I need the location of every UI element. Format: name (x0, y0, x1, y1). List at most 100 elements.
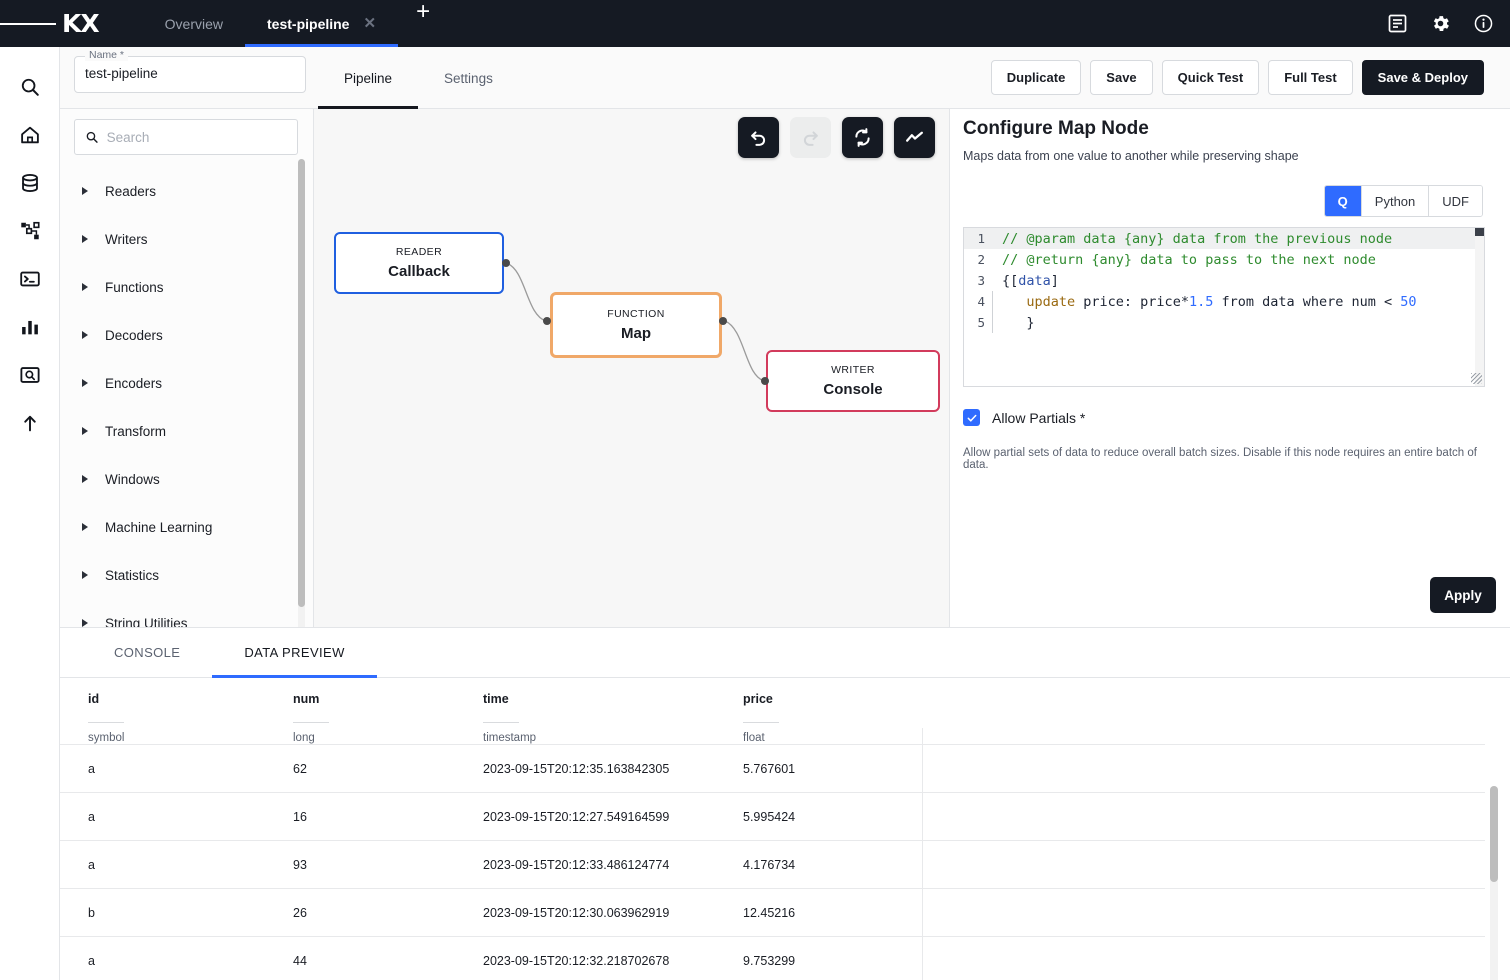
chart-icon[interactable] (0, 303, 60, 351)
table-row[interactable]: a 62 2023-09-15T20:12:35.163842305 5.767… (60, 744, 1485, 793)
editor-scrollbar[interactable] (1475, 228, 1484, 386)
category-writers[interactable]: Writers (60, 215, 314, 263)
palette-scrollbar[interactable] (298, 159, 305, 631)
pipeline-icon[interactable] (0, 207, 60, 255)
info-icon[interactable] (1473, 13, 1494, 34)
pipeline-canvas[interactable]: READER Callback FUNCTION Map WRITER Cons… (314, 109, 950, 627)
left-rail (0, 47, 60, 980)
cell-id: a (60, 840, 265, 889)
category-label: Functions (105, 279, 164, 295)
lang-q-button[interactable]: Q (1324, 186, 1361, 216)
table-scrollbar[interactable] (1490, 786, 1498, 980)
scrollbar-thumb[interactable] (298, 159, 305, 607)
new-tab-button[interactable]: + (404, 0, 442, 47)
column-header-num[interactable]: num long (265, 678, 455, 745)
code-editor[interactable]: 1 // @param data {any} data from the pre… (963, 227, 1485, 387)
scrollbar-thumb[interactable] (1475, 228, 1484, 236)
palette-search[interactable] (74, 119, 298, 155)
upload-icon[interactable] (0, 399, 60, 447)
port-writer-in[interactable] (761, 377, 769, 385)
category-statistics[interactable]: Statistics (60, 551, 314, 599)
save-button[interactable]: Save (1090, 60, 1153, 95)
category-label: String Utilities (105, 615, 188, 628)
apply-button[interactable]: Apply (1430, 577, 1496, 613)
lang-udf-button[interactable]: UDF (1428, 186, 1482, 216)
tab-console[interactable]: CONSOLE (82, 628, 212, 677)
duplicate-button[interactable]: Duplicate (990, 60, 1082, 95)
tab-data-preview[interactable]: DATA PREVIEW (212, 628, 378, 678)
column-divider (922, 728, 923, 980)
close-icon[interactable]: ✕ (363, 16, 376, 31)
scrollbar-thumb[interactable] (1490, 786, 1498, 882)
data-preview-table: id symbol num long time timestamp price … (60, 678, 1485, 980)
column-header-time[interactable]: time timestamp (455, 678, 715, 745)
category-functions[interactable]: Functions (60, 263, 314, 311)
tab-settings[interactable]: Settings (418, 47, 519, 109)
chevron-right-icon (82, 523, 88, 531)
chevron-right-icon (82, 379, 88, 387)
terminal-icon[interactable] (0, 255, 60, 303)
lang-python-button[interactable]: Python (1360, 186, 1429, 216)
port-map-in[interactable] (543, 317, 551, 325)
quick-test-button[interactable]: Quick Test (1161, 60, 1260, 95)
port-map-out[interactable] (719, 317, 727, 325)
node-kind: READER (395, 246, 443, 258)
column-name: time (483, 692, 509, 706)
pipeline-name-field[interactable]: Name * (74, 49, 306, 93)
table-row[interactable]: a 93 2023-09-15T20:12:33.486124774 4.176… (60, 840, 1485, 889)
category-string-utilities[interactable]: String Utilities (60, 599, 314, 627)
pipeline-name-label: Name * (85, 49, 129, 61)
column-header-id[interactable]: id symbol (60, 678, 265, 745)
category-label: Decoders (105, 327, 163, 343)
tab-test-pipeline[interactable]: test-pipeline ✕ (245, 0, 399, 47)
node-writer-console[interactable]: WRITER Console (766, 350, 940, 412)
allow-partials-label: Allow Partials * (992, 409, 1086, 426)
category-encoders[interactable]: Encoders (60, 359, 314, 407)
code-line: 3 {[data] (964, 270, 1484, 291)
editor-resize-handle[interactable] (1471, 373, 1482, 384)
category-machine-learning[interactable]: Machine Learning (60, 503, 314, 551)
column-name: num (293, 692, 320, 706)
document-icon[interactable] (1387, 13, 1408, 34)
database-icon[interactable] (0, 159, 60, 207)
category-decoders[interactable]: Decoders (60, 311, 314, 359)
search-input[interactable] (106, 129, 287, 145)
language-selector: Q Python UDF (1323, 185, 1483, 217)
query-inspect-icon[interactable] (0, 351, 60, 399)
table-row[interactable]: b 26 2023-09-15T20:12:30.063962919 12.45… (60, 888, 1485, 937)
allow-partials-checkbox[interactable] (963, 409, 980, 426)
table-row[interactable]: a 44 2023-09-15T20:12:32.218702678 9.753… (60, 936, 1485, 980)
hamburger-icon[interactable] (0, 0, 57, 47)
data-preview-table-wrap[interactable]: id symbol num long time timestamp price … (60, 678, 1510, 980)
code-text: } (1002, 314, 1035, 331)
category-readers[interactable]: Readers (60, 167, 314, 215)
category-windows[interactable]: Windows (60, 455, 314, 503)
pipeline-name-input[interactable] (85, 66, 297, 81)
full-test-button[interactable]: Full Test (1268, 60, 1353, 95)
code-text: {[data] (1002, 272, 1059, 289)
tab-overview[interactable]: Overview (143, 0, 245, 47)
node-function-map[interactable]: FUNCTION Map (550, 292, 722, 358)
tab-test-pipeline-label: test-pipeline (267, 15, 350, 32)
bottom-tabs: CONSOLE DATA PREVIEW (60, 628, 1510, 678)
line-number: 4 (977, 294, 985, 309)
line-number: 5 (977, 315, 985, 330)
tab-pipeline[interactable]: Pipeline (318, 47, 419, 109)
top-bar: KX Overview test-pipeline ✕ + (0, 0, 1510, 47)
category-transform[interactable]: Transform (60, 407, 314, 455)
cell-time: 2023-09-15T20:12:27.549164599 (455, 792, 715, 841)
allow-partials-row: Allow Partials * (963, 409, 1085, 426)
gear-icon[interactable] (1430, 13, 1451, 34)
table-row[interactable]: a 16 2023-09-15T20:12:27.549164599 5.995… (60, 792, 1485, 841)
chevron-right-icon (82, 619, 88, 627)
port-reader-out[interactable] (502, 259, 510, 267)
bottom-panel: CONSOLE DATA PREVIEW id symbol num long … (60, 627, 1510, 980)
header-actions: Duplicate Save Quick Test Full Test Save… (990, 60, 1484, 95)
home-icon[interactable] (0, 111, 60, 159)
column-header-price[interactable]: price float (715, 678, 1485, 745)
category-label: Machine Learning (105, 519, 213, 535)
search-icon[interactable] (0, 63, 60, 111)
code-line: 2 // @return {any} data to pass to the n… (964, 249, 1484, 270)
save-and-deploy-button[interactable]: Save & Deploy (1361, 60, 1484, 95)
node-reader-callback[interactable]: READER Callback (334, 232, 504, 294)
